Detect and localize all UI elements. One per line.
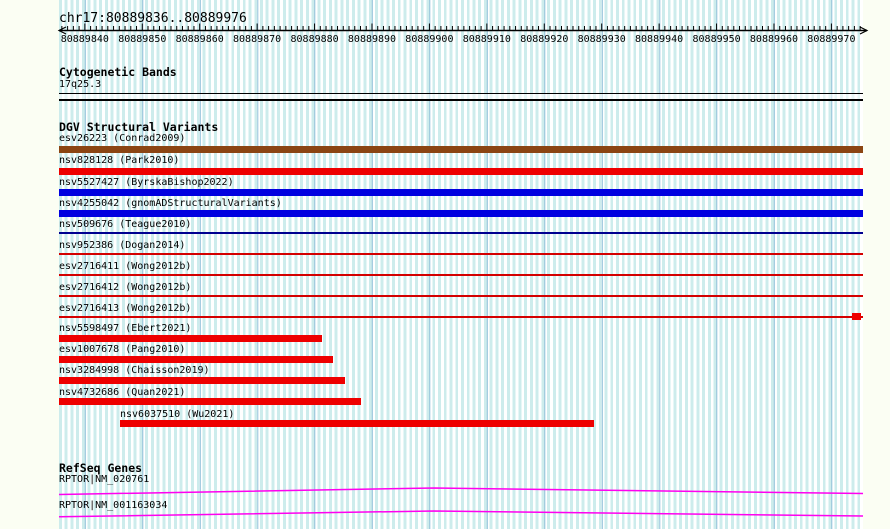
gene-label[interactable]: RPTOR|NM_020761 bbox=[59, 474, 149, 485]
ruler-tick-label: 80889920 bbox=[520, 34, 569, 45]
variant-bar[interactable] bbox=[59, 168, 863, 175]
cytoband-box[interactable] bbox=[59, 93, 863, 101]
section-header-dgv: DGV Structural Variants bbox=[59, 120, 219, 134]
variant-bar[interactable] bbox=[59, 253, 863, 255]
variant-bar[interactable] bbox=[59, 189, 863, 196]
ruler-tick-label: 80889960 bbox=[749, 34, 799, 45]
genome-browser-view: chr17:80889836..80889976 80889840 8088985… bbox=[0, 0, 890, 529]
variant-bar[interactable] bbox=[59, 356, 333, 363]
gene-label[interactable]: RPTOR|NM_001163034 bbox=[59, 500, 167, 511]
variant-bar[interactable] bbox=[59, 398, 361, 405]
variant-label[interactable]: esv2716412 (Wong2012b) bbox=[59, 282, 191, 293]
variant-bar[interactable] bbox=[59, 209, 863, 217]
ruler-tick-label: 80889860 bbox=[175, 34, 224, 45]
position-label: chr17:80889836..80889976 bbox=[59, 11, 247, 26]
variant-label[interactable]: nsv509676 (Teague2010) bbox=[59, 219, 191, 230]
ruler-tick-label: 80889840 bbox=[60, 34, 109, 45]
variant-label[interactable]: esv2716411 (Wong2012b) bbox=[59, 261, 191, 272]
variant-label[interactable]: esv26223 (Conrad2009) bbox=[59, 133, 185, 144]
section-header-cytogenetic: Cytogenetic Bands bbox=[59, 65, 177, 79]
variant-label[interactable]: nsv5598497 (Ebert2021) bbox=[59, 323, 191, 334]
variant-bar[interactable] bbox=[59, 315, 863, 318]
variant-label[interactable]: nsv3284998 (Chaisson2019) bbox=[59, 365, 210, 376]
cytoband-label: 17q25.3 bbox=[59, 79, 102, 90]
variant-label[interactable]: nsv952386 (Dogan2014) bbox=[59, 240, 185, 251]
variant-label[interactable]: nsv6037510 (Wu2021) bbox=[120, 409, 234, 420]
ruler-tick-label: 80889890 bbox=[347, 34, 397, 45]
variant-bar[interactable] bbox=[59, 273, 863, 276]
variant-bar[interactable] bbox=[59, 335, 322, 342]
ruler-tick-label: 80889910 bbox=[462, 34, 511, 45]
variant-label[interactable]: esv2716413 (Wong2012b) bbox=[59, 303, 191, 314]
ruler-tick-label: 80889850 bbox=[118, 34, 167, 45]
ruler-tick-label: 80889870 bbox=[233, 34, 282, 45]
variant-bar[interactable] bbox=[59, 295, 863, 297]
variant-bar[interactable] bbox=[59, 146, 863, 153]
variant-bar[interactable] bbox=[59, 232, 863, 234]
variant-label[interactable]: nsv828128 (Park2010) bbox=[59, 155, 179, 166]
variant-label[interactable]: nsv4732686 (Quan2021) bbox=[59, 387, 185, 398]
variant-label[interactable]: esv1007678 (Pang2010) bbox=[59, 344, 185, 355]
ruler-tick-label: 80889900 bbox=[405, 34, 454, 45]
ruler-tick-label: 80889950 bbox=[692, 34, 741, 45]
variant-label[interactable]: nsv4255042 (gnomADStructuralVariants) bbox=[59, 198, 282, 209]
variant-end-box[interactable] bbox=[852, 313, 861, 320]
ruler-tick-label: 80889880 bbox=[290, 34, 339, 45]
section-header-refseq: RefSeq Genes bbox=[59, 461, 143, 475]
variant-bar[interactable] bbox=[120, 420, 594, 427]
ruler-tick-label: 80889930 bbox=[577, 34, 626, 45]
ruler-tick-label: 80889970 bbox=[807, 34, 856, 45]
ruler-tick-label: 80889940 bbox=[635, 34, 684, 45]
variant-label[interactable]: nsv5527427 (ByrskaBishop2022) bbox=[59, 177, 234, 188]
variant-bar[interactable] bbox=[59, 377, 345, 384]
